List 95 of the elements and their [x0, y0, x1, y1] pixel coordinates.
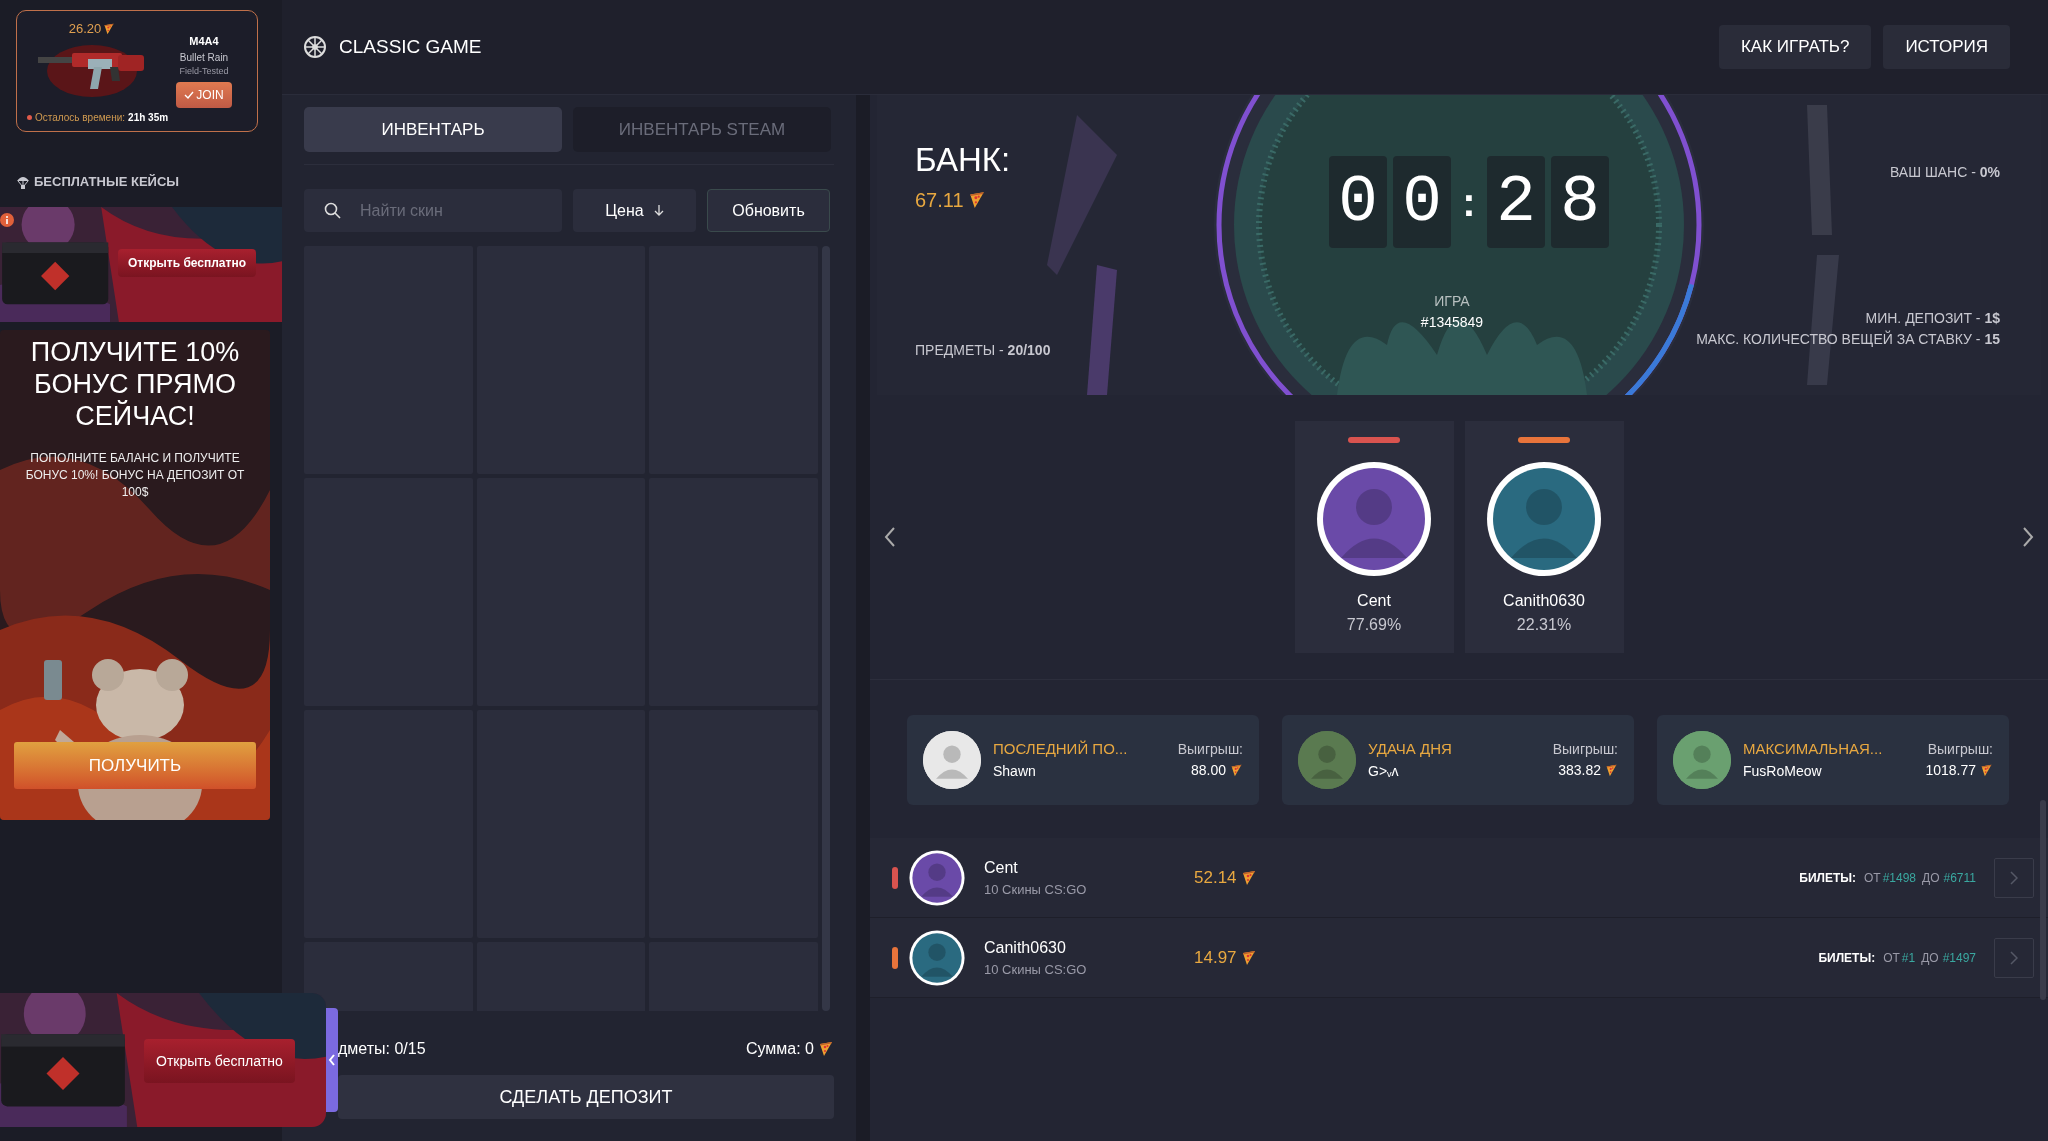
sort-button[interactable]: Цена	[573, 189, 696, 232]
sum-label: Сумма: 0	[745, 1039, 814, 1059]
timer-digit: 2	[1487, 156, 1545, 248]
timer-digit: 0	[1393, 156, 1451, 248]
items-count: дметы: 0/15	[338, 1039, 426, 1059]
refresh-button[interactable]: Обновить	[707, 189, 830, 232]
arrow-down-icon	[653, 204, 664, 217]
chevron-left-icon	[328, 1054, 336, 1066]
time-left: 21h 35m	[128, 111, 169, 125]
bet-items: 10 Скины CS:GO	[984, 960, 1088, 979]
max-items: МАКС. КОЛИЧЕСТВО ВЕЩЕЙ ЗА СТАВКУ - 15	[1696, 329, 2000, 349]
timer-digit: 8	[1551, 156, 1609, 248]
winner-name: G>ᵥᴧ	[1368, 761, 1399, 781]
winner-name: Shawn	[993, 761, 1036, 781]
pizza-icon	[1240, 949, 1257, 966]
tickets-label: БИЛЕТЫ:	[1818, 949, 1876, 967]
chevron-right-icon	[2010, 870, 2018, 885]
win-label: Выигрыш:	[1552, 740, 1618, 759]
pizza-icon	[967, 190, 986, 209]
win-amount: 383.82	[1558, 761, 1601, 780]
chevron-right-icon	[2010, 950, 2018, 965]
pizza-icon	[1230, 764, 1243, 777]
open-free-button[interactable]: Открыть бесплатно	[144, 1039, 295, 1083]
tickets-label: БИЛЕТЫ:	[1799, 869, 1856, 887]
search-field[interactable]: Найти скин	[304, 189, 562, 232]
avatar	[908, 848, 966, 907]
winner-name: FusRoMeow	[1743, 761, 1822, 781]
bet-amount: 52.14	[1194, 866, 1237, 889]
pizza-icon	[1605, 764, 1618, 777]
bet-items: 10 Скины CS:GO	[984, 880, 1088, 899]
chevron-left-icon[interactable]	[884, 526, 896, 548]
ticket-to: #1497	[1942, 949, 1976, 967]
chance-label: ВАШ ШАНС - 0%	[1890, 163, 2000, 182]
time-label: Осталось времени:	[35, 111, 126, 125]
chevron-right-icon[interactable]	[2022, 526, 2034, 548]
avatar	[908, 928, 966, 987]
avatar	[1298, 731, 1356, 789]
winner-title: МАКСИМАЛЬНАЯ...	[1743, 739, 1883, 760]
win-amount: 1018.77	[1925, 761, 1976, 780]
promo-text: ПОПОЛНИТЕ БАЛАНС И ПОЛУЧИТЕ БОНУС 10%! БОНУС НА ДЕПОЗИТ ОТ 100$	[24, 450, 246, 501]
item-price: 26.20	[68, 20, 102, 38]
participant-name: Cent	[1357, 591, 1391, 611]
min-deposit: МИН. ДЕПОЗИТ - 1$	[1865, 309, 2000, 328]
win-label: Выигрыш:	[1927, 740, 1993, 759]
promo-title: ПОЛУЧИТЕ 10% БОНУС ПРЯМО СЕЙЧАС!	[29, 336, 241, 432]
join-button[interactable]: JOIN	[176, 82, 232, 108]
win-label: Выигрыш:	[1177, 740, 1243, 759]
collapse-handle[interactable]	[326, 1008, 338, 1112]
bettor-name: Canith0630	[984, 937, 1067, 958]
skin-name: Bullet Rain	[179, 50, 229, 65]
pizza-icon	[1240, 869, 1257, 886]
details-button[interactable]	[1994, 937, 2034, 978]
section-title: БЕСПЛАТНЫЕ КЕЙСЫ	[34, 173, 179, 192]
participant-chance: 77.69%	[1346, 615, 1402, 635]
avatar	[923, 731, 981, 789]
inventory-tab[interactable]: ИНВЕНТАРЬ	[304, 107, 562, 152]
bet-amount: 14.97	[1194, 946, 1237, 969]
pizza-icon	[818, 1041, 834, 1057]
winner-title: ПОСЛЕДНИЙ ПО...	[993, 739, 1128, 760]
featured-card[interactable]: 26.20 M4A4 Bullet Rain Field-Tested JOIN Осталось времени: 21h 35m	[16, 10, 258, 132]
to-label: ДО	[1921, 949, 1939, 967]
open-free-button[interactable]: Открыть бесплатно	[118, 249, 256, 277]
participant-chance: 22.31%	[1516, 615, 1572, 635]
win-amount: 88.00	[1190, 761, 1226, 780]
search-icon	[324, 202, 341, 219]
page-title: CLASSIC GAME	[339, 34, 482, 59]
to-label: ДО	[1922, 869, 1940, 887]
game-label: ИГРА	[1434, 292, 1470, 311]
bettor-name: Cent	[984, 857, 1019, 878]
header-button[interactable]: КАК ИГРАТЬ?	[1718, 25, 1872, 69]
timer-digit: 0	[1329, 156, 1387, 248]
bank-amount: 67.11	[915, 187, 964, 213]
winner-title: УДАЧА ДНЯ	[1368, 739, 1452, 760]
gear-icon	[303, 35, 327, 59]
wear-label: Field-Tested	[179, 64, 229, 78]
ticket-to: #6711	[1943, 869, 1976, 887]
details-button[interactable]	[1994, 857, 2034, 898]
game-number: #1345849	[1420, 313, 1484, 332]
ticket-from: #1498	[1882, 869, 1917, 887]
from-label: ОТ	[1864, 869, 1881, 887]
bank-label: БАНК:	[915, 140, 1011, 180]
deposit-button[interactable]: СДЕЛАТЬ ДЕПОЗИТ	[338, 1075, 834, 1119]
participant-name: Canith0630	[1503, 591, 1585, 611]
parachute-icon	[16, 175, 30, 189]
avatar	[1673, 731, 1731, 789]
items-label: ПРЕДМЕТЫ - 20/100	[915, 341, 1051, 360]
pizza-icon	[1980, 764, 1993, 777]
header-button[interactable]: ИСТОРИЯ	[1883, 25, 2010, 69]
weapon-name: M4A4	[189, 34, 219, 49]
pizza-icon	[103, 22, 116, 35]
timer-separator: :	[1461, 179, 1477, 226]
check-icon	[184, 90, 195, 100]
from-label: ОТ	[1883, 949, 1900, 967]
ticket-from: #1	[1901, 949, 1916, 967]
info-icon	[0, 213, 14, 227]
